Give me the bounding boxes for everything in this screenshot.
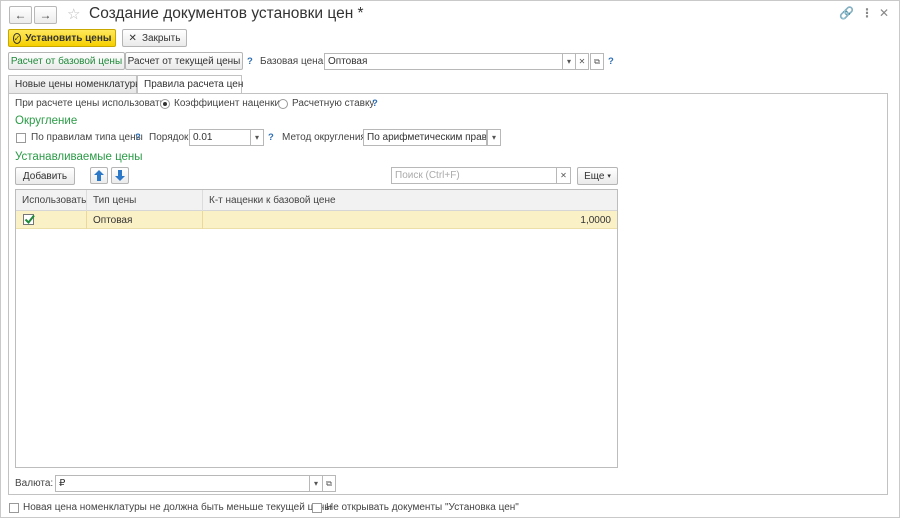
currency-field[interactable]: ₽	[55, 475, 310, 492]
method-field[interactable]: По арифметическим правилам	[363, 129, 487, 146]
order-help-icon[interactable]: ?	[268, 132, 274, 143]
move-down-button[interactable]	[111, 167, 129, 184]
row-use-cell[interactable]	[16, 211, 87, 229]
radio-markup[interactable]	[160, 99, 170, 109]
row-type-cell[interactable]: Оптовая	[87, 211, 203, 229]
forward-button[interactable]: →	[34, 6, 57, 24]
move-up-button[interactable]	[90, 167, 108, 184]
order-dropdown-icon[interactable]: ▾	[250, 129, 264, 146]
from-current-price-button[interactable]: Расчет от текущей цены	[125, 52, 243, 70]
from-current-price-label: Расчет от текущей цены	[127, 55, 241, 67]
more-vertical-icon[interactable]: ⋮	[861, 6, 873, 20]
base-price-label: Базовая цена:	[260, 56, 327, 67]
not-open-label[interactable]: Не открывать документы "Установка цен"	[326, 502, 519, 513]
check-circle-icon: ✓	[12, 32, 22, 44]
order-field[interactable]: 0.01	[189, 129, 251, 146]
document-window: ← → ☆ Создание документов установки цен …	[0, 0, 900, 518]
use-for-calc-label: При расчете цены использовать:	[15, 98, 168, 109]
currency-label: Валюта:	[15, 478, 54, 489]
tab-new-prices[interactable]: Новые цены номенклатуры	[8, 75, 142, 93]
radio-markup-label[interactable]: Коэффициент наценки	[174, 98, 280, 109]
add-button[interactable]: Добавить	[15, 167, 75, 185]
tab-calc-rules[interactable]: Правила расчета цен	[137, 75, 244, 94]
table-row[interactable]: Оптовая 1,0000	[16, 211, 617, 229]
set-prices-button[interactable]: ✓ Установить цены	[8, 29, 116, 47]
search-clear-icon[interactable]: ✕	[556, 167, 571, 184]
base-price-dropdown-icon[interactable]: ▾	[562, 53, 576, 70]
add-label: Добавить	[22, 170, 68, 182]
radio-rate-label[interactable]: Расчетную ставку	[292, 98, 374, 109]
by-type-label[interactable]: По правилам типа цены	[31, 132, 143, 143]
not-less-label[interactable]: Новая цена номенклатуры не должна быть м…	[23, 502, 331, 513]
base-price-clear-icon[interactable]: ✕	[575, 53, 589, 70]
radio-rate[interactable]	[278, 99, 288, 109]
by-type-help-icon[interactable]: ?	[135, 132, 141, 143]
column-header-use[interactable]: Использовать	[16, 190, 87, 211]
chevron-down-icon: ▾	[607, 173, 611, 180]
order-label: Порядок:	[149, 132, 192, 143]
page-title: Создание документов установки цен *	[89, 5, 364, 22]
close-icon[interactable]: ✕	[879, 6, 889, 20]
more-button[interactable]: Еще ▾	[577, 167, 618, 185]
column-header-type[interactable]: Тип цены	[87, 190, 203, 211]
tab-new-prices-label: Новые цены номенклатуры	[15, 79, 143, 90]
base-price-field[interactable]: Оптовая	[324, 53, 563, 70]
by-type-checkbox[interactable]	[16, 133, 26, 143]
arrow-left-icon: ←	[14, 8, 27, 22]
close-x-icon: ✕	[128, 32, 137, 44]
row-coef-cell[interactable]: 1,0000	[203, 211, 617, 229]
method-dropdown-icon[interactable]: ▾	[487, 129, 501, 146]
currency-open-icon[interactable]: ⧉	[322, 475, 336, 492]
link-icon[interactable]: 🔗	[839, 6, 854, 20]
from-base-price-button[interactable]: Расчет от базовой цены	[8, 52, 125, 70]
arrow-up-icon	[94, 170, 104, 181]
not-open-checkbox[interactable]	[312, 503, 322, 513]
calc-help-icon[interactable]: ?	[247, 56, 253, 67]
checkmark-icon	[24, 214, 35, 225]
star-icon[interactable]: ☆	[67, 5, 80, 23]
base-price-help-icon[interactable]: ?	[608, 56, 614, 67]
close-label: Закрыть	[141, 32, 181, 44]
currency-dropdown-icon[interactable]: ▾	[309, 475, 323, 492]
column-header-coef[interactable]: К-т наценки к базовой цене	[203, 190, 617, 211]
prices-table: Использовать Тип цены К-т наценки к базо…	[15, 189, 618, 468]
base-price-open-icon[interactable]: ⧉	[590, 53, 604, 70]
method-label: Метод округления:	[282, 132, 369, 143]
arrow-right-icon: →	[39, 8, 52, 22]
back-button[interactable]: ←	[9, 6, 32, 24]
from-base-price-label: Расчет от базовой цены	[10, 55, 123, 67]
rounding-title: Округление	[15, 115, 78, 127]
table-header: Использовать Тип цены К-т наценки к базо…	[16, 190, 617, 211]
close-button[interactable]: ✕ Закрыть	[122, 29, 187, 47]
prices-title: Устанавливаемые цены	[15, 151, 143, 163]
arrow-down-icon	[115, 170, 125, 181]
rules-help-icon[interactable]: ?	[372, 98, 378, 109]
search-input[interactable]: Поиск (Ctrl+F)	[391, 167, 557, 184]
more-label: Еще	[584, 170, 605, 182]
use-checkbox[interactable]	[23, 214, 35, 225]
set-prices-label: Установить цены	[25, 32, 112, 44]
tab-calc-rules-label: Правила расчета цен	[144, 79, 244, 90]
not-less-checkbox[interactable]	[9, 503, 19, 513]
